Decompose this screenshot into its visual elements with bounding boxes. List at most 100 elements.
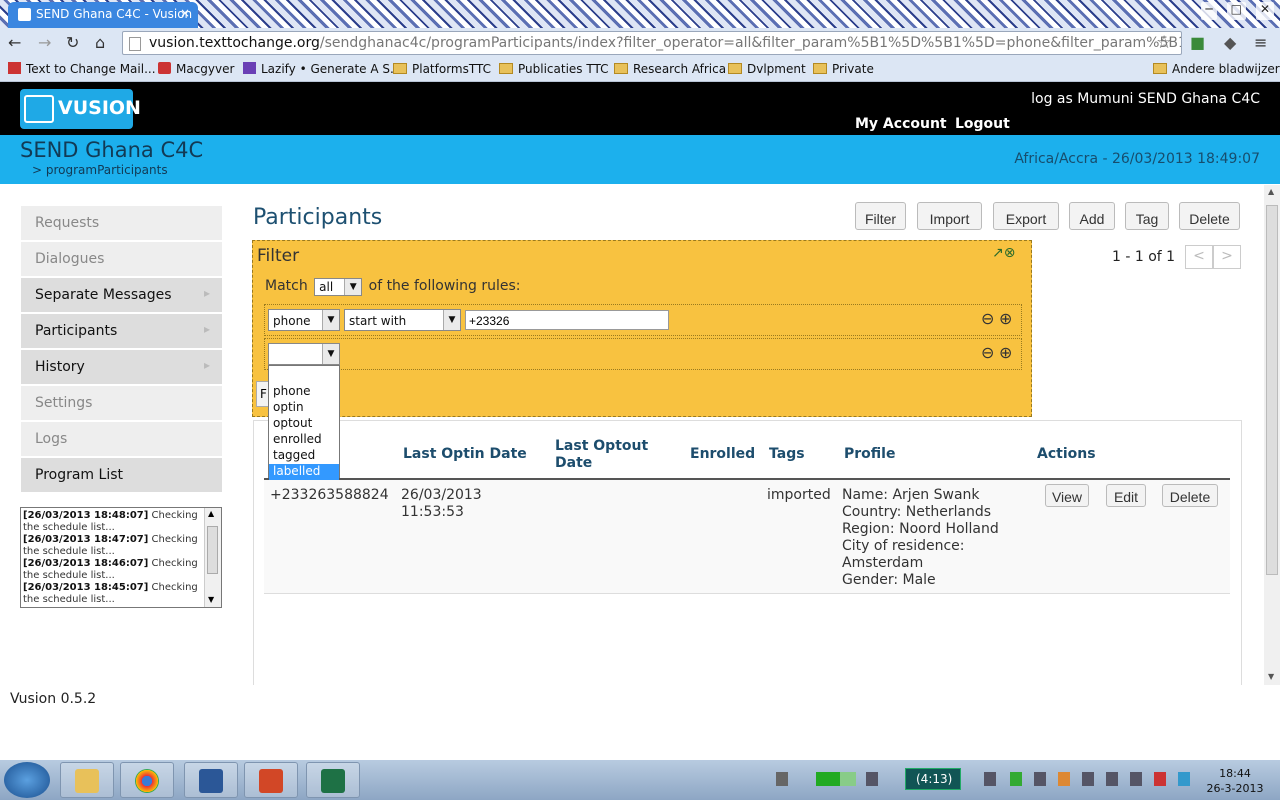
sidebar-item-separate-messages[interactable]: Separate Messages ▸ <box>21 278 222 312</box>
taskbar-chrome[interactable] <box>120 762 174 798</box>
page-scrollbar[interactable]: ▲ ▼ <box>1264 185 1280 685</box>
battery-indicator[interactable]: (4:13) <box>905 768 961 790</box>
delete-button[interactable]: Delete <box>1179 202 1240 230</box>
bookmark-item[interactable]: Macgyver <box>158 62 234 76</box>
taskbar-excel[interactable] <box>306 762 360 798</box>
signal-strength-icon[interactable] <box>816 772 856 786</box>
keyboard-icon[interactable] <box>776 772 788 786</box>
rule1-operator-select[interactable]: start with ▼ <box>344 309 461 331</box>
extension-2-icon[interactable]: ◆ <box>1224 33 1236 52</box>
bookmark-folder[interactable]: Private <box>813 62 874 76</box>
add-rule-icon[interactable]: ⊕ <box>999 343 1012 362</box>
add-rule-icon[interactable]: ⊕ <box>999 309 1012 328</box>
maximize-icon[interactable]: □ <box>1226 2 1246 20</box>
rule1-value-input[interactable] <box>465 310 669 330</box>
bookmark-item[interactable]: Lazify • Generate A S... <box>243 62 401 76</box>
scroll-up-icon[interactable]: ▲ <box>208 509 214 518</box>
other-bookmarks[interactable]: Andere bladwijzers <box>1153 62 1280 76</box>
sidebar-item-participants[interactable]: Participants ▸ <box>21 314 222 348</box>
start-button-icon[interactable] <box>4 762 50 798</box>
extension-icon[interactable]: ■ <box>1190 33 1205 52</box>
bookmark-star-icon[interactable]: ☆ <box>1156 32 1172 53</box>
sidebar-item-settings[interactable]: Settings <box>21 386 222 420</box>
logout-link[interactable]: Logout <box>955 116 1010 132</box>
filter-button[interactable]: Filter <box>855 202 906 230</box>
tray-app-3-icon[interactable] <box>1058 772 1070 786</box>
vusion-logo[interactable]: VUSION <box>20 89 141 129</box>
scroll-up-icon[interactable]: ▲ <box>1268 187 1274 196</box>
sidebar-item-program-list[interactable]: Program List <box>21 458 222 492</box>
tag-button[interactable]: Tag <box>1125 202 1169 230</box>
field-dropdown-list[interactable]: phone optin optout enrolled tagged label… <box>268 365 340 480</box>
pager-next-button[interactable]: > <box>1213 245 1241 269</box>
reload-icon[interactable]: ↻ <box>66 33 79 52</box>
remove-rule-icon[interactable]: ⊖ <box>981 309 994 328</box>
tray-app-2-icon[interactable] <box>1034 772 1046 786</box>
wireless-icon[interactable] <box>866 772 878 786</box>
header-profile[interactable]: Profile <box>844 446 895 462</box>
network-icon[interactable] <box>1130 772 1142 786</box>
tray-arrow-icon[interactable] <box>984 772 996 786</box>
view-button[interactable]: View <box>1045 484 1089 507</box>
header-enrolled[interactable]: Enrolled <box>690 446 755 462</box>
bookmark-item[interactable]: Text to Change Mail... <box>8 62 156 76</box>
tray-app-icon[interactable] <box>1010 772 1022 786</box>
bookmark-folder[interactable]: Publicaties TTC <box>499 62 608 76</box>
sidebar-item-logs[interactable]: Logs <box>21 422 222 456</box>
pager-prev-button[interactable]: < <box>1185 245 1213 269</box>
close-window-icon[interactable]: ✕ <box>1255 2 1274 20</box>
scroll-down-icon[interactable]: ▼ <box>1268 672 1274 681</box>
log-scrollbar[interactable]: ▲ ▼ <box>204 508 221 607</box>
battery-tray-icon[interactable] <box>1082 772 1094 786</box>
header-last-optout[interactable]: Last Optout Date <box>555 438 665 472</box>
minimize-icon[interactable]: ─ <box>1201 2 1217 20</box>
back-icon[interactable]: ← <box>8 33 21 52</box>
chevron-right-icon: ▸ <box>203 358 210 372</box>
expand-icon[interactable]: ↗ <box>992 245 1004 261</box>
match-operator-select[interactable]: all ▼ <box>314 278 363 296</box>
remove-rule-icon[interactable]: ⊖ <box>981 343 994 362</box>
volume-muted-icon[interactable] <box>1154 772 1166 786</box>
taskbar-explorer[interactable] <box>60 762 114 798</box>
dropdown-option[interactable]: enrolled <box>269 432 339 448</box>
edit-button[interactable]: Edit <box>1106 484 1146 507</box>
scroll-down-icon[interactable]: ▼ <box>208 595 214 604</box>
add-button[interactable]: Add <box>1069 202 1115 230</box>
close-filter-icon[interactable]: ⊗ <box>1004 245 1016 261</box>
row-delete-button[interactable]: Delete <box>1162 484 1218 507</box>
bookmark-folder[interactable]: PlatformsTTC <box>393 62 491 76</box>
rule1-field-select[interactable]: phone ▼ <box>268 309 340 331</box>
taskbar-powerpoint[interactable] <box>244 762 298 798</box>
chevron-right-icon: ▸ <box>203 286 210 300</box>
taskbar-word[interactable] <box>184 762 238 798</box>
forward-icon[interactable]: → <box>38 33 51 52</box>
system-clock[interactable]: 18:44 26-3-2013 <box>1205 766 1265 796</box>
wrench-menu-icon[interactable]: ≡ <box>1254 33 1267 52</box>
dropdown-option[interactable]: optin <box>269 400 339 416</box>
log-scroll-thumb[interactable] <box>207 526 218 574</box>
breadcrumb[interactable]: > programParticipants <box>32 163 168 177</box>
my-account-link[interactable]: My Account <box>855 116 947 132</box>
header-last-optin[interactable]: Last Optin Date <box>403 446 527 462</box>
tab-close-icon[interactable]: × <box>180 6 190 20</box>
import-button[interactable]: Import <box>917 202 982 230</box>
bookmark-folder[interactable]: Dvlpment <box>728 62 806 76</box>
bookmark-folder[interactable]: Research Africa <box>614 62 726 76</box>
dropdown-option[interactable]: phone <box>269 384 339 400</box>
export-button[interactable]: Export <box>993 202 1059 230</box>
rule2-field-select[interactable]: ▼ <box>268 343 340 365</box>
home-icon[interactable]: ⌂ <box>95 33 105 52</box>
page-scroll-thumb[interactable] <box>1266 205 1278 575</box>
folder-icon <box>813 63 827 74</box>
header-tags[interactable]: Tags <box>769 446 805 462</box>
flag-icon[interactable] <box>1106 772 1118 786</box>
dropbox-icon[interactable] <box>1178 772 1190 786</box>
dropdown-option[interactable]: optout <box>269 416 339 432</box>
dropdown-option[interactable]: tagged <box>269 448 339 464</box>
address-bar[interactable]: vusion.texttochange.org/sendghanac4c/pro… <box>122 31 1182 55</box>
sidebar-item-history[interactable]: History ▸ <box>21 350 222 384</box>
dropdown-option-highlighted[interactable]: labelled <box>269 464 339 480</box>
sidebar-item-dialogues[interactable]: Dialogues <box>21 242 222 276</box>
sidebar-item-requests[interactable]: Requests <box>21 206 222 240</box>
browser-tab[interactable]: SEND Ghana C4C - Vusion × <box>8 2 198 28</box>
